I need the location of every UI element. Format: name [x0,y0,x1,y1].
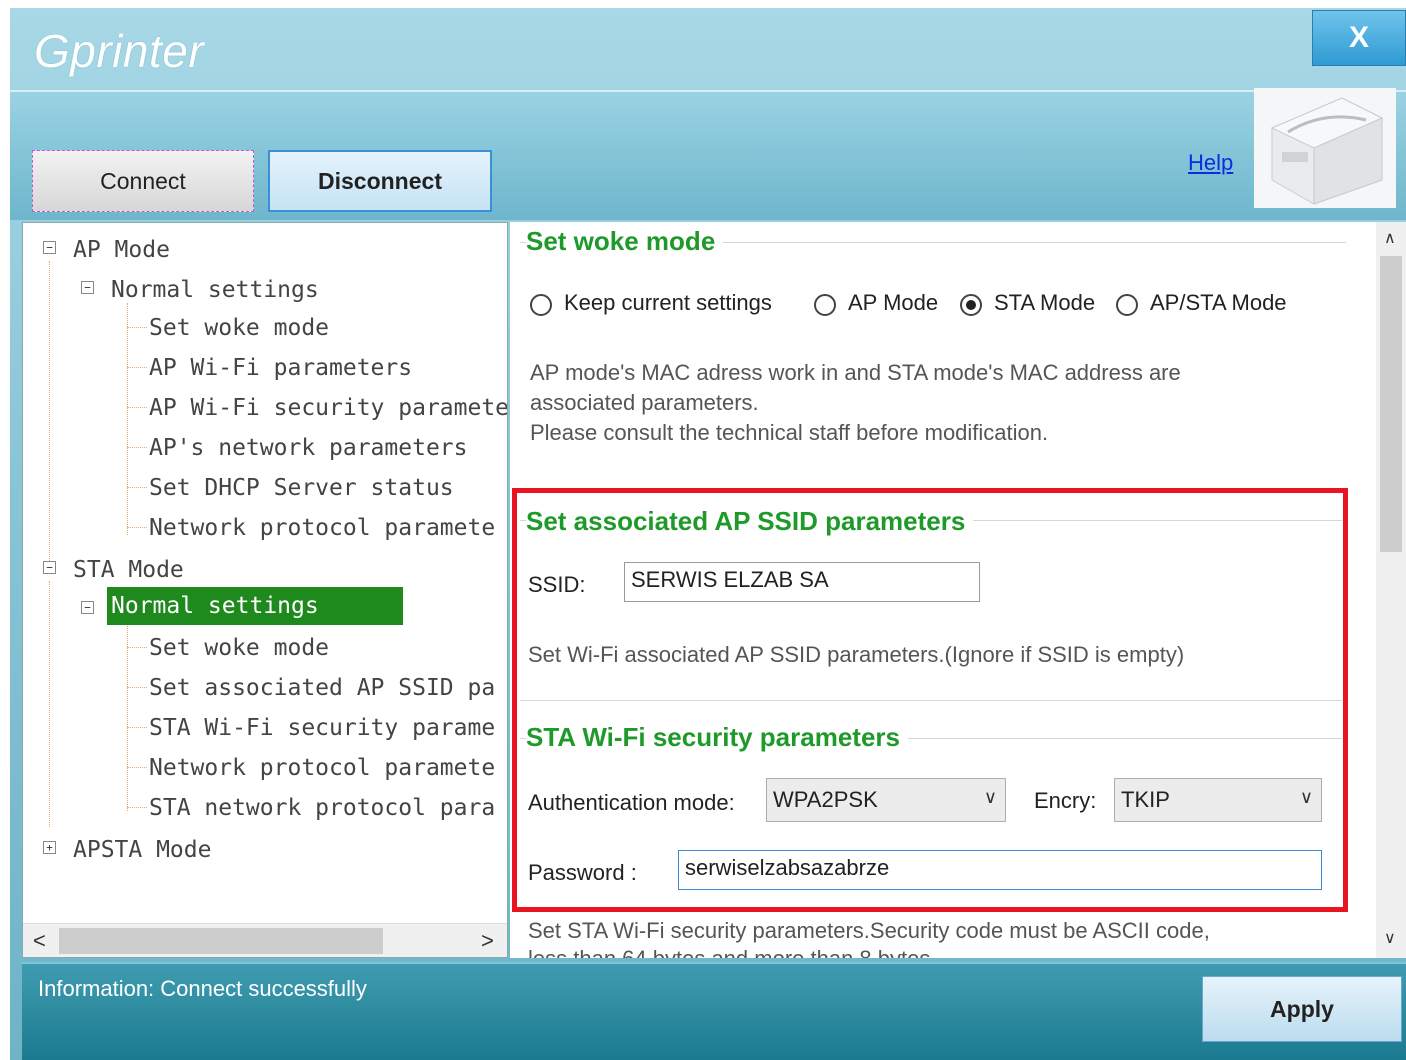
radio-sta-mode[interactable] [960,294,982,316]
close-button[interactable]: X [1312,10,1406,66]
woke-mode-note: Please consult the technical staff befor… [530,420,1049,445]
scroll-up-icon[interactable]: ∧ [1384,228,1396,248]
title-bar: Gprinter X [10,8,1406,90]
tree-sta-normal-settings[interactable]: Normal settings [107,587,403,625]
tree-item[interactable]: Set associated AP SSID pa [149,673,495,703]
status-bar: Information: Connect successfully Apply [22,962,1406,1060]
tree-apsta-mode[interactable]: APSTA Mode [73,835,211,865]
highlight-box [512,488,1348,912]
radio-label: STA Mode [994,290,1096,315]
scroll-right-icon[interactable]: > [481,928,494,954]
help-link[interactable]: Help [1188,150,1233,176]
tree-item[interactable]: STA Wi-Fi security parame [149,713,495,743]
collapse-icon[interactable]: − [81,281,94,294]
radio-label: AP/STA Mode [1150,290,1287,315]
settings-tree: − AP Mode − Normal settings Set woke mod… [22,222,508,958]
status-information: Information: Connect successfully [38,976,367,1001]
security-note: Set STA Wi-Fi security parameters.Securi… [528,918,1210,943]
radio-label: Keep current settings [564,290,772,315]
tree-item[interactable]: Network protocol paramete [149,753,495,783]
printer-image [1254,88,1396,208]
tree-item[interactable]: AP Wi-Fi security paramete [149,393,507,423]
tree-item[interactable]: AP's network parameters [149,433,468,463]
tree-item[interactable]: Set woke mode [149,633,329,663]
tree-horizontal-scrollbar[interactable]: < > [23,923,507,957]
tree-item[interactable]: Set DHCP Server status [149,473,454,503]
section-title-woke-mode: Set woke mode [526,226,724,257]
security-note: less than 64 bytes and more than 8 bytes… [528,944,936,958]
radio-label: AP Mode [848,290,939,315]
tree-item[interactable]: Network protocol paramete [149,513,495,543]
tree-sta-mode[interactable]: STA Mode [73,555,184,585]
radio-keep-current[interactable] [530,294,552,316]
radio-apsta-mode[interactable] [1116,294,1138,316]
scroll-left-icon[interactable]: < [33,928,46,954]
tree-ap-normal-settings[interactable]: Normal settings [111,275,319,305]
scroll-thumb[interactable] [59,928,383,954]
radio-ap-mode[interactable] [814,294,836,316]
connect-button[interactable]: Connect [32,150,254,212]
collapse-icon[interactable]: − [81,601,94,614]
collapse-icon[interactable]: − [43,241,56,254]
collapse-icon[interactable]: − [43,561,56,574]
apply-button[interactable]: Apply [1202,976,1402,1042]
scroll-thumb[interactable] [1380,256,1402,552]
app-title: Gprinter [34,25,205,77]
woke-mode-note: AP mode's MAC adress work in and STA mod… [530,360,1181,385]
tree-ap-mode[interactable]: AP Mode [73,235,170,265]
expand-icon[interactable]: + [43,841,56,854]
tree-item[interactable]: AP Wi-Fi parameters [149,353,412,383]
content-vertical-scrollbar[interactable]: ∧ ∨ [1376,222,1406,958]
tree-item[interactable]: Set woke mode [149,313,329,343]
disconnect-button[interactable]: Disconnect [268,150,492,212]
scroll-down-icon[interactable]: ∨ [1384,928,1396,948]
tree-item[interactable]: STA network protocol para [149,793,495,823]
settings-content: Set woke mode Keep current settings AP M… [510,222,1376,958]
woke-mode-note: associated parameters. [530,390,759,415]
